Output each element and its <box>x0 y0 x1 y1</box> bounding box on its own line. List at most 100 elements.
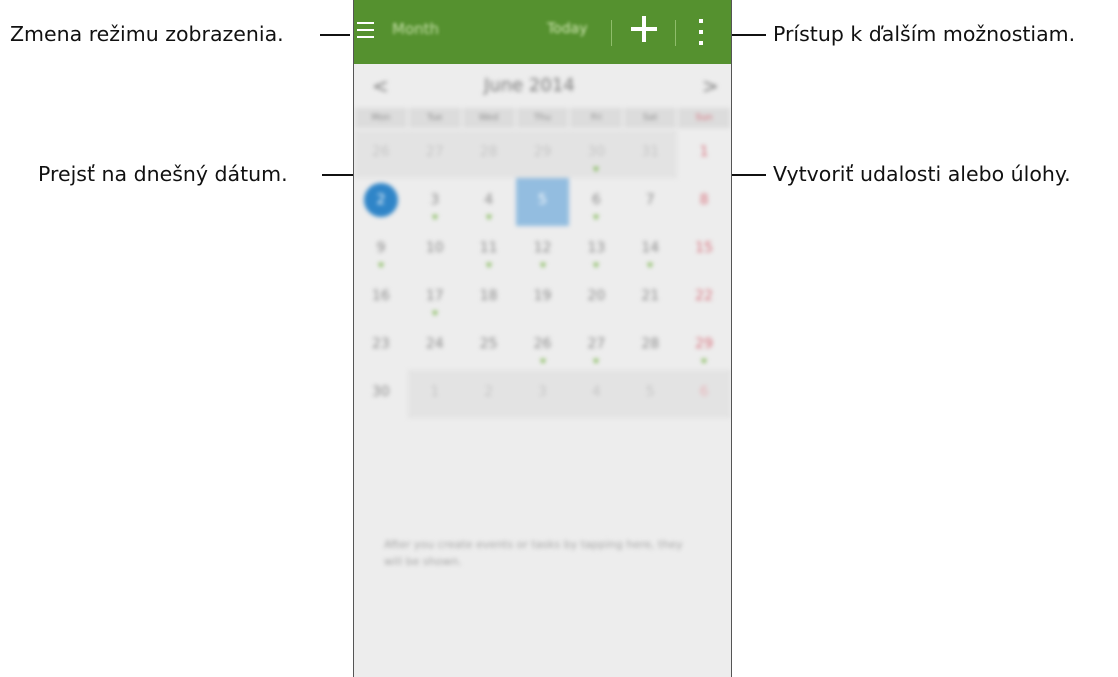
calendar-day-cell[interactable]: 6 <box>569 178 623 226</box>
calendar-day-cell[interactable]: 29 <box>677 322 731 370</box>
event-marker-icon <box>377 263 384 268</box>
calendar-day-cell[interactable]: 31 <box>623 130 678 178</box>
day-number: 1 <box>430 384 440 400</box>
event-marker-icon <box>485 215 492 220</box>
calendar-day-cell[interactable]: 26 <box>516 322 570 370</box>
calendar-day-cell[interactable]: 5 <box>515 178 570 226</box>
day-number: 30 <box>587 144 606 160</box>
weekday-header: Mon Tue Wed Thu Fri Sat Sun <box>354 108 731 128</box>
month-navigator: < June 2014 > <box>354 64 731 108</box>
day-number: 28 <box>641 336 660 352</box>
event-marker-icon <box>485 263 492 268</box>
day-number: 5 <box>538 192 547 208</box>
calendar-day-cell[interactable]: 9 <box>354 226 408 274</box>
day-number: 9 <box>376 240 386 256</box>
calendar-day-cell[interactable]: 18 <box>462 274 516 322</box>
calendar-day-cell[interactable]: 7 <box>623 178 677 226</box>
day-number: 4 <box>484 192 494 208</box>
day-number: 3 <box>538 384 547 400</box>
calendar-day-cell[interactable]: 10 <box>408 226 462 274</box>
event-marker-icon <box>593 359 600 364</box>
event-marker-icon <box>431 311 438 316</box>
calendar-day-cell[interactable]: 24 <box>408 322 462 370</box>
day-number: 27 <box>587 336 606 352</box>
calendar-week-row: 23 24 25 26 27 28 29 <box>354 322 731 370</box>
day-number: 24 <box>425 336 444 352</box>
day-number: 30 <box>372 384 390 400</box>
callout-today: Prejsť na dnešný dátum. <box>38 162 288 186</box>
event-marker-icon <box>593 263 600 268</box>
calendar-day-cell[interactable]: 1 <box>407 370 462 418</box>
day-number: 22 <box>695 288 713 304</box>
day-number: 26 <box>372 144 390 160</box>
day-number: 26 <box>533 336 552 352</box>
day-number: 3 <box>430 192 440 208</box>
calendar-day-cell[interactable]: 28 <box>461 130 516 178</box>
hamburger-icon[interactable] <box>357 22 374 40</box>
callout-more-options: Prístup k ďalším možnostiam. <box>773 22 1076 46</box>
calendar-day-cell[interactable]: 23 <box>354 322 408 370</box>
day-number: 16 <box>372 288 390 304</box>
day-number: 2 <box>363 183 398 217</box>
calendar-day-cell[interactable]: 8 <box>677 178 731 226</box>
calendar-day-cell[interactable]: 20 <box>569 274 623 322</box>
more-vert-icon[interactable] <box>699 19 703 45</box>
event-marker-icon <box>593 215 600 220</box>
calendar-day-cell[interactable]: 17 <box>408 274 462 322</box>
calendar-day-cell[interactable]: 3 <box>408 178 462 226</box>
calendar-day-cell[interactable]: 25 <box>462 322 516 370</box>
calendar-day-cell[interactable]: 16 <box>354 274 408 322</box>
calendar-day-cell[interactable]: 4 <box>569 370 624 418</box>
calendar-day-cell[interactable]: 21 <box>623 274 677 322</box>
day-number: 21 <box>641 288 660 304</box>
calendar-day-cell[interactable]: 19 <box>516 274 570 322</box>
event-marker-icon <box>431 215 438 220</box>
calendar-day-cell[interactable]: 11 <box>462 226 516 274</box>
next-month-button[interactable]: > <box>702 74 719 98</box>
day-number: 20 <box>587 288 606 304</box>
calendar-day-cell[interactable]: 28 <box>623 322 677 370</box>
calendar-day-cell[interactable]: 13 <box>569 226 623 274</box>
today-button[interactable]: Today <box>547 21 588 37</box>
calendar-day-cell[interactable]: 6 <box>677 370 731 418</box>
weekday-label: Sat <box>624 108 677 128</box>
day-number: 18 <box>479 288 498 304</box>
calendar-day-cell[interactable]: 30 <box>569 130 624 178</box>
prev-month-button[interactable]: < <box>372 74 389 98</box>
divider <box>675 20 676 46</box>
calendar-week-row: 9 10 11 12 13 14 15 <box>354 226 731 274</box>
calendar-day-cell[interactable]: 27 <box>407 130 462 178</box>
phone-screen: Month Today < June 2014 > Mon Tue Wed Thu Fr… <box>353 0 732 677</box>
calendar-day-cell[interactable]: 26 <box>354 130 408 178</box>
calendar-day-cell[interactable]: 2 <box>354 178 408 226</box>
day-number: 12 <box>533 240 552 256</box>
calendar-day-cell[interactable]: 15 <box>677 226 731 274</box>
calendar-week-row: 16 17 18 19 20 21 22 <box>354 274 731 322</box>
calendar-day-cell[interactable]: 2 <box>461 370 516 418</box>
calendar-day-cell[interactable]: 3 <box>515 370 570 418</box>
day-number: 6 <box>699 384 709 400</box>
calendar-day-cell[interactable]: 1 <box>677 130 731 178</box>
calendar-day-cell[interactable]: 14 <box>623 226 677 274</box>
day-number: 17 <box>425 288 444 304</box>
calendar-day-cell[interactable]: 27 <box>569 322 623 370</box>
calendar-week-row: 30 1 2 3 4 5 6 <box>354 370 731 418</box>
event-marker-icon <box>647 263 654 268</box>
calendar-day-cell[interactable]: 5 <box>623 370 678 418</box>
event-marker-icon <box>701 359 708 364</box>
view-mode-title[interactable]: Month <box>392 20 439 38</box>
leader-line-view-mode <box>320 34 350 36</box>
month-title: June 2014 <box>484 75 575 96</box>
calendar-day-cell[interactable]: 22 <box>677 274 731 322</box>
weekday-label: Sun <box>678 108 731 128</box>
calendar-day-cell[interactable]: 30 <box>354 370 408 418</box>
calendar-day-cell[interactable]: 12 <box>516 226 570 274</box>
callout-create: Vytvoriť udalosti alebo úlohy. <box>773 162 1071 186</box>
plus-icon[interactable] <box>631 16 657 42</box>
calendar-day-cell[interactable]: 4 <box>462 178 516 226</box>
day-number: 5 <box>645 384 655 400</box>
weekday-label: Tue <box>408 108 461 128</box>
calendar-day-cell[interactable]: 29 <box>515 130 570 178</box>
day-number: 25 <box>479 336 498 352</box>
event-marker-icon <box>539 263 546 268</box>
